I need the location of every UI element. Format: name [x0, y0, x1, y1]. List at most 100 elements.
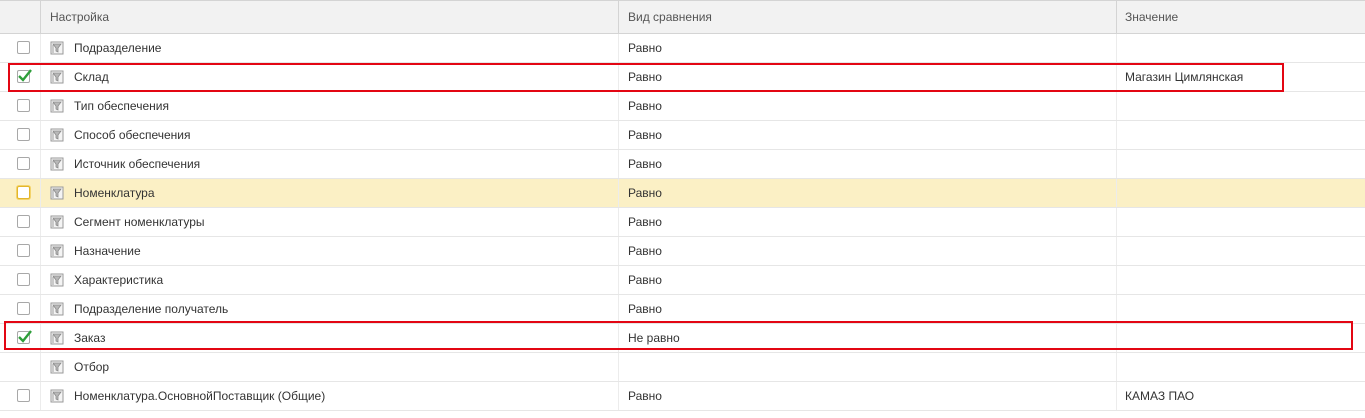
column-separator — [618, 266, 619, 294]
table-header: Настройка Вид сравнения Значение — [0, 0, 1365, 34]
filter-settings-table: Настройка Вид сравнения Значение Подразд… — [0, 0, 1365, 418]
column-separator — [618, 92, 619, 120]
setting-name: Подразделение получатель — [74, 302, 229, 316]
setting-name: Сегмент номенклатуры — [74, 215, 205, 229]
row-checkbox[interactable] — [17, 215, 30, 228]
table-row[interactable]: Отбор — [0, 353, 1365, 382]
row-checkbox[interactable] — [17, 69, 32, 83]
filter-field-icon — [50, 302, 64, 316]
table-row[interactable]: Заказ Не равно — [0, 324, 1365, 353]
column-separator — [40, 179, 41, 207]
row-checkbox[interactable] — [17, 186, 30, 199]
row-checkbox[interactable] — [17, 99, 30, 112]
column-separator — [1116, 150, 1117, 178]
table-row[interactable]: Назначение Равно — [0, 237, 1365, 266]
filter-field-icon — [50, 244, 64, 258]
column-separator — [1116, 382, 1117, 410]
column-separator — [1116, 266, 1117, 294]
setting-name: Тип обеспечения — [74, 99, 169, 113]
comparison-type[interactable]: Не равно — [628, 324, 680, 352]
table-row[interactable]: Способ обеспечения Равно — [0, 121, 1365, 150]
table-row[interactable]: Подразделение Равно — [0, 34, 1365, 63]
filter-value[interactable]: Магазин Цимлянская — [1125, 63, 1243, 91]
row-checkbox[interactable] — [17, 128, 30, 141]
row-checkbox[interactable] — [17, 157, 30, 170]
comparison-type[interactable]: Равно — [628, 34, 662, 62]
column-separator — [618, 237, 619, 265]
table-row[interactable]: Номенклатура Равно — [0, 179, 1365, 208]
column-separator — [1116, 208, 1117, 236]
column-separator — [1116, 179, 1117, 207]
table-row[interactable]: Подразделение получатель Равно — [0, 295, 1365, 324]
column-separator — [40, 295, 41, 323]
comparison-type[interactable]: Равно — [628, 208, 662, 236]
column-separator — [1116, 237, 1117, 265]
column-separator — [40, 208, 41, 236]
filter-field-icon — [50, 157, 64, 171]
comparison-type[interactable]: Равно — [628, 266, 662, 294]
table-row[interactable]: Тип обеспечения Равно — [0, 92, 1365, 121]
column-separator — [40, 353, 41, 381]
comparison-type[interactable]: Равно — [628, 121, 662, 149]
column-separator — [40, 34, 41, 62]
comparison-type[interactable]: Равно — [628, 179, 662, 207]
column-separator — [40, 382, 41, 410]
column-separator — [1116, 92, 1117, 120]
column-separator — [40, 92, 41, 120]
table-row[interactable]: Склад Равно Магазин Цимлянская — [0, 63, 1365, 92]
header-separator — [40, 1, 41, 34]
setting-name: Источник обеспечения — [74, 157, 201, 171]
column-header-setting[interactable]: Настройка — [50, 1, 109, 34]
column-separator — [40, 266, 41, 294]
column-separator — [618, 382, 619, 410]
comparison-type[interactable]: Равно — [628, 92, 662, 120]
filter-field-icon — [50, 70, 64, 84]
column-separator — [618, 63, 619, 91]
checkmark-icon — [18, 69, 32, 82]
setting-name: Номенклатура — [74, 186, 155, 200]
column-separator — [40, 324, 41, 352]
table-row[interactable]: Номенклатура.ОсновнойПоставщик (Общие) Ра… — [0, 382, 1365, 411]
column-separator — [40, 237, 41, 265]
column-separator — [618, 208, 619, 236]
column-separator — [618, 150, 619, 178]
comparison-type[interactable]: Равно — [628, 382, 662, 410]
column-separator — [618, 324, 619, 352]
filter-field-icon — [50, 360, 64, 374]
column-separator — [1116, 324, 1117, 352]
comparison-type[interactable]: Равно — [628, 63, 662, 91]
column-separator — [618, 353, 619, 381]
column-separator — [618, 121, 619, 149]
setting-name: Номенклатура.ОсновнойПоставщик (Общие) — [74, 389, 326, 403]
filter-field-icon — [50, 186, 64, 200]
header-separator — [1116, 1, 1117, 34]
setting-name: Склад — [74, 70, 109, 84]
row-checkbox[interactable] — [17, 302, 30, 315]
comparison-type[interactable]: Равно — [628, 295, 662, 323]
filter-field-icon — [50, 215, 64, 229]
table-row[interactable]: Источник обеспечения Равно — [0, 150, 1365, 179]
column-separator — [1116, 121, 1117, 149]
comparison-type[interactable]: Равно — [628, 150, 662, 178]
row-checkbox[interactable] — [17, 41, 30, 54]
setting-name: Отбор — [74, 360, 110, 374]
table-row[interactable]: Сегмент номенклатуры Равно — [0, 208, 1365, 237]
column-separator — [40, 121, 41, 149]
column-separator — [40, 150, 41, 178]
checkmark-icon — [18, 330, 32, 343]
column-separator — [618, 295, 619, 323]
comparison-type[interactable]: Равно — [628, 237, 662, 265]
filter-field-icon — [50, 331, 64, 345]
row-checkbox[interactable] — [17, 244, 30, 257]
column-header-comparison[interactable]: Вид сравнения — [628, 1, 712, 34]
column-header-value[interactable]: Значение — [1125, 1, 1178, 34]
table-row[interactable]: Характеристика Равно — [0, 266, 1365, 295]
row-checkbox[interactable] — [17, 273, 30, 286]
filter-value[interactable]: КАМАЗ ПАО — [1125, 382, 1194, 410]
setting-name: Заказ — [74, 331, 106, 345]
column-separator — [1116, 63, 1117, 91]
filter-field-icon — [50, 128, 64, 142]
row-checkbox[interactable] — [17, 389, 30, 402]
row-checkbox[interactable] — [17, 330, 32, 344]
header-separator — [618, 1, 619, 34]
